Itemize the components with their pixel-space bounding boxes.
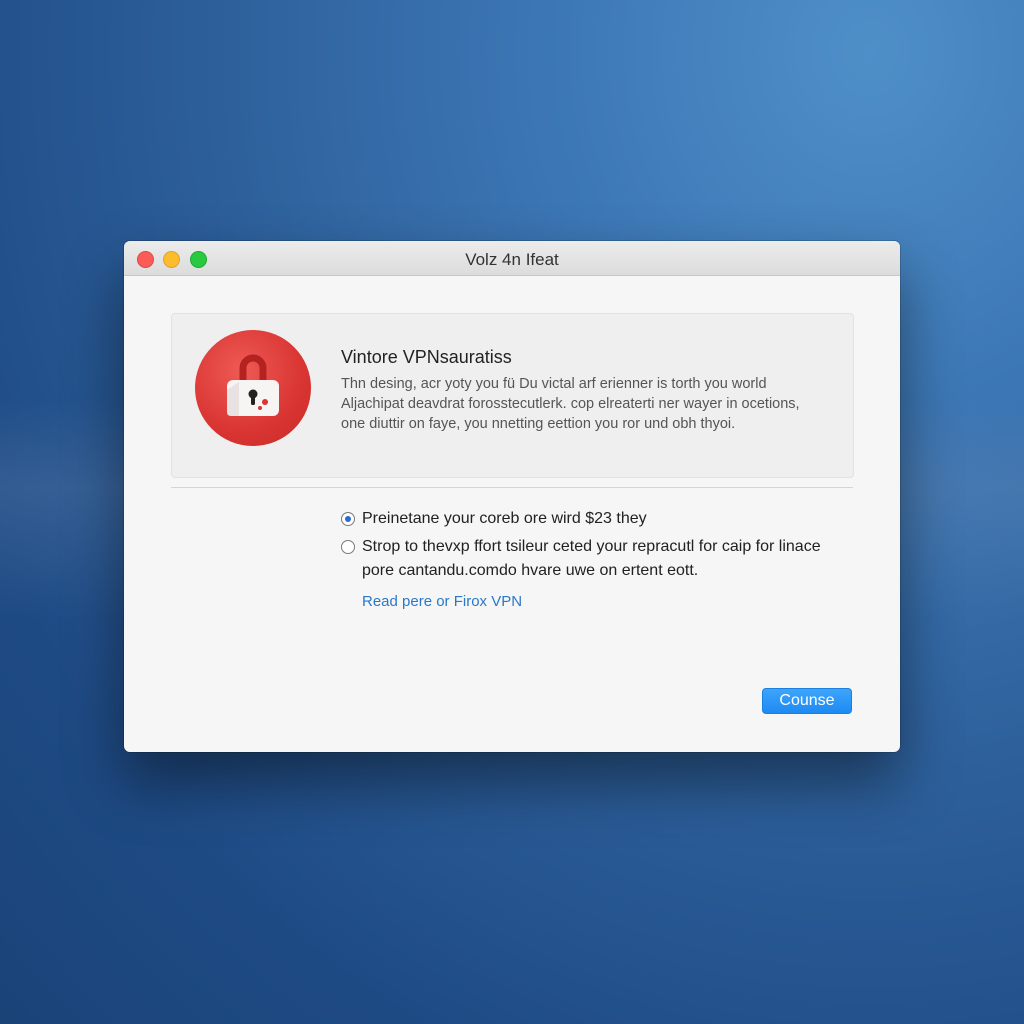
info-panel: Vintore VPNsauratiss Thn desing, acr yot… [171, 313, 854, 478]
radio-button[interactable] [341, 540, 355, 554]
title-bar: Volz 4n Ifeat [124, 241, 900, 276]
read-more-link[interactable]: Read pere or Firox VPN [362, 593, 522, 610]
app-icon [195, 330, 311, 446]
info-description: Thn desing, acr yoty you fü Du victal ar… [341, 376, 800, 432]
radio-button-selected[interactable] [341, 512, 355, 526]
primary-button[interactable]: Counse [762, 688, 852, 714]
divider [171, 487, 853, 488]
dialog-window: Volz 4n Ifeat Vintore VPNsauratiss Thn d… [124, 241, 900, 752]
option-first[interactable]: Preinetane your coreb ore wird $23 they [341, 507, 821, 531]
info-heading: Vintore VPNsauratiss [341, 347, 512, 367]
options-group: Preinetane your coreb ore wird $23 they … [341, 507, 821, 611]
lock-icon [227, 354, 279, 416]
option-label: Preinetane your coreb ore wird $23 they [362, 510, 647, 527]
option-label: Strop to thevxp ffort tsileur ceted your… [362, 538, 821, 579]
option-second[interactable]: Strop to thevxp ffort tsileur ceted your… [341, 535, 821, 583]
window-title: Volz 4n Ifeat [465, 250, 559, 269]
